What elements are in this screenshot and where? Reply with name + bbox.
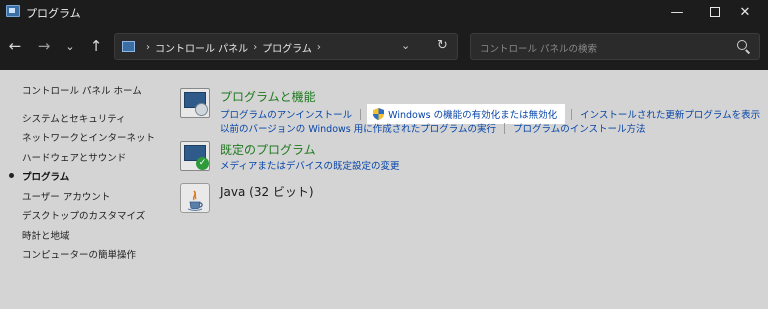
- uninstall-program-link[interactable]: プログラムのアンインストール: [220, 107, 352, 121]
- window-title: プログラム: [26, 7, 81, 20]
- title-bar: プログラム — ✕: [0, 0, 768, 24]
- chevron-right-icon[interactable]: ›: [317, 42, 321, 53]
- windows-features-label[interactable]: Windows の機能の有効化または無効化: [388, 107, 557, 121]
- sidebar-item-personalization[interactable]: デスクトップのカスタマイズ: [22, 208, 145, 222]
- java-title[interactable]: Java (32 ビット): [220, 183, 314, 200]
- checkmark-icon: ✓: [196, 157, 209, 170]
- link-divider: [503, 122, 505, 134]
- breadcrumb-programs[interactable]: プログラム: [262, 40, 312, 55]
- back-button[interactable]: ←: [5, 36, 25, 56]
- sidebar-item-hardware-sound[interactable]: ハードウェアとサウンド: [22, 150, 126, 164]
- view-installed-updates-link[interactable]: インストールされた更新プログラムを表示: [580, 107, 760, 121]
- default-programs-title[interactable]: 既定のプログラム: [220, 141, 316, 158]
- maximize-icon: [710, 7, 720, 17]
- sidebar-item-clock-region[interactable]: 時計と地域: [22, 228, 70, 242]
- disc-graphic: [195, 103, 208, 116]
- programs-links-row-2: 以前のバージョンの Windows 用に作成されたプログラムの実行 プログラムの…: [220, 121, 646, 135]
- search-placeholder: コントロール パネルの検索: [480, 44, 598, 55]
- chevron-right-icon[interactable]: ›: [253, 42, 257, 53]
- sidebar-item-system-security[interactable]: システムとセキュリティ: [22, 111, 126, 125]
- sidebar-item-ease-of-access[interactable]: コンピューターの簡単操作: [22, 247, 136, 261]
- close-button[interactable]: ✕: [722, 0, 768, 24]
- how-to-install-program-link[interactable]: プログラムのインストール方法: [513, 121, 646, 135]
- java-icon[interactable]: [180, 183, 210, 213]
- sidebar-item-network[interactable]: ネットワークとインターネット: [22, 130, 155, 144]
- control-panel-icon: [122, 41, 135, 52]
- programs-features-title[interactable]: プログラムと機能: [220, 88, 316, 105]
- control-panel-icon: [6, 5, 20, 17]
- breadcrumb: › コントロール パネル › プログラム ›: [141, 40, 326, 55]
- address-bar[interactable]: › コントロール パネル › プログラム › ⌄ ↻: [114, 33, 458, 60]
- forward-button[interactable]: →: [34, 36, 54, 56]
- java-cup-icon: [187, 190, 203, 211]
- search-input[interactable]: コントロール パネルの検索: [470, 33, 760, 60]
- link-divider: [360, 108, 362, 120]
- sidebar-home-link[interactable]: コントロール パネル ホーム: [22, 83, 142, 97]
- up-button[interactable]: ↑: [86, 36, 106, 56]
- recent-locations-button[interactable]: ⌄: [60, 36, 80, 56]
- default-programs-links: メディアまたはデバイスの既定設定の変更: [220, 158, 400, 172]
- navigation-bar: ← → ⌄ ↑ › コントロール パネル › プログラム › ⌄ ↻ コントロー…: [0, 24, 768, 70]
- programs-features-icon[interactable]: [180, 88, 210, 118]
- address-dropdown-button[interactable]: ⌄: [401, 39, 410, 52]
- breadcrumb-control-panel[interactable]: コントロール パネル: [155, 40, 248, 55]
- search-icon[interactable]: [737, 40, 747, 50]
- chevron-right-icon[interactable]: ›: [146, 42, 150, 53]
- compatibility-program-link[interactable]: 以前のバージョンの Windows 用に作成されたプログラムの実行: [220, 121, 496, 135]
- sidebar-item-programs[interactable]: プログラム: [22, 169, 69, 183]
- change-media-defaults-link[interactable]: メディアまたはデバイスの既定設定の変更: [220, 158, 400, 172]
- link-divider: [571, 108, 573, 120]
- sidebar: コントロール パネル ホーム システムとセキュリティ ネットワークとインターネッ…: [0, 70, 170, 309]
- active-bullet-icon: [9, 173, 14, 178]
- uac-shield-icon: [373, 108, 385, 120]
- default-programs-icon[interactable]: ✓: [180, 141, 210, 171]
- sidebar-item-user-accounts[interactable]: ユーザー アカウント: [22, 189, 110, 203]
- refresh-button[interactable]: ↻: [437, 38, 448, 53]
